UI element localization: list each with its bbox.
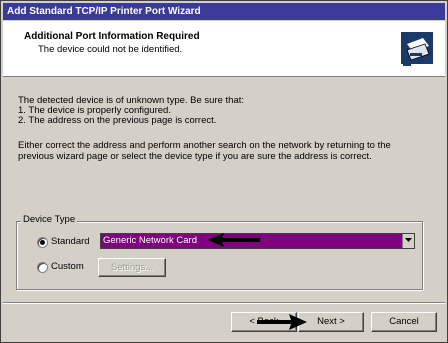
next-button[interactable]: Next >	[298, 312, 364, 332]
cancel-button[interactable]: Cancel	[371, 312, 437, 332]
standard-radio-label[interactable]: Standard	[51, 236, 90, 247]
info-line-5: previous wizard page or select the devic…	[18, 151, 372, 162]
wizard-header: Additional Port Information Required The…	[3, 21, 445, 77]
radio-selected-dot	[40, 240, 45, 245]
dropdown-button[interactable]	[402, 234, 414, 248]
printer-network-icon	[395, 26, 439, 70]
settings-button[interactable]: Settings...	[98, 258, 166, 277]
standard-radio[interactable]	[37, 237, 48, 248]
custom-radio[interactable]	[37, 262, 48, 273]
footer-divider	[3, 302, 445, 304]
info-line-3: 2. The address on the previous page is c…	[18, 115, 217, 126]
wizard-window: Add Standard TCP/IP Printer Port Wizard …	[0, 0, 448, 343]
device-type-label: Device Type	[21, 214, 78, 225]
pointer-arrow-icon	[257, 314, 307, 330]
info-line-4: Either correct the address and perform a…	[18, 140, 391, 151]
window-title: Add Standard TCP/IP Printer Port Wizard	[7, 6, 201, 17]
page-subtitle: The device could not be identified.	[38, 44, 183, 55]
title-bar[interactable]: Add Standard TCP/IP Printer Port Wizard	[3, 3, 445, 20]
chevron-down-icon	[405, 238, 412, 242]
custom-radio-label[interactable]: Custom	[51, 261, 84, 272]
device-type-group	[16, 221, 423, 290]
device-type-selected-value: Generic Network Card	[103, 235, 197, 246]
pointer-arrow-icon	[208, 233, 260, 247]
page-title: Additional Port Information Required	[24, 31, 200, 42]
